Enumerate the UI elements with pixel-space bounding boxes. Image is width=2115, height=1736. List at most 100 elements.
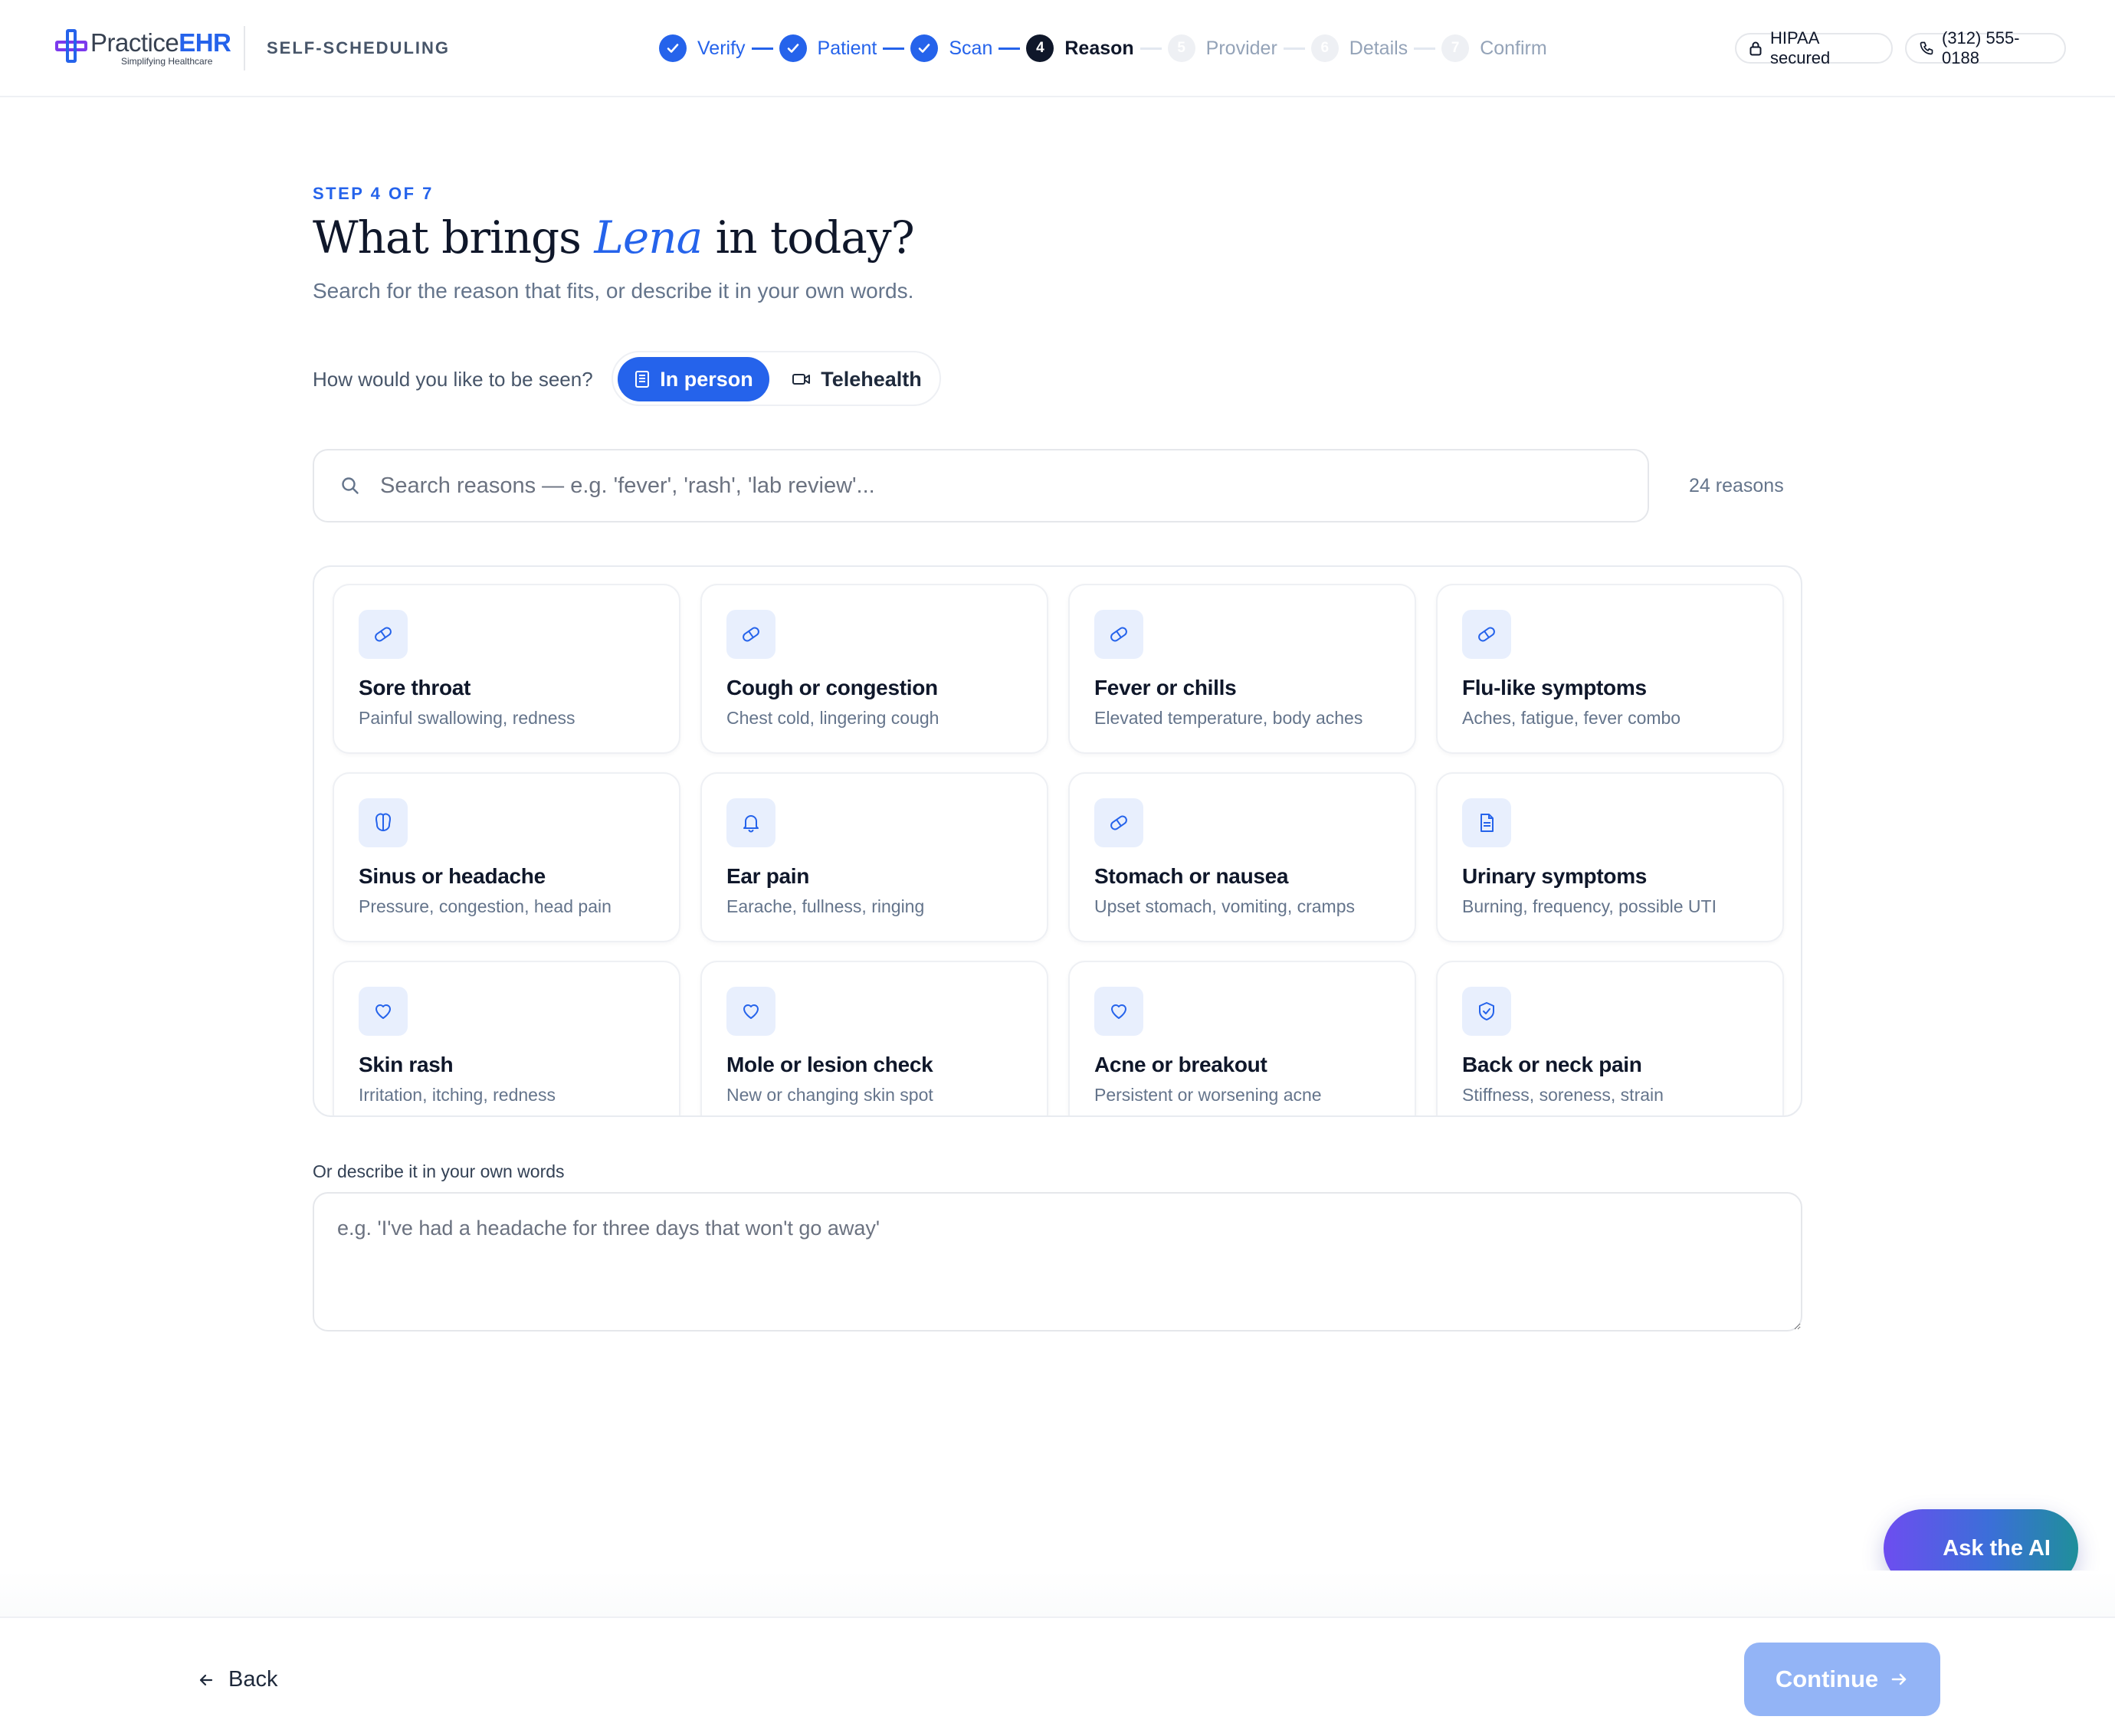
visit-type-toggle: In person Telehealth [612,351,941,406]
card-description: Burning, frequency, possible UTI [1462,896,1717,916]
continue-button[interactable]: Continue [1744,1643,1940,1716]
reason-list[interactable]: Sore throat Painful swallowing, redness … [313,565,1802,1117]
heart-icon [359,987,408,1036]
card-title: Skin rash [359,1053,454,1076]
hipaa-badge: HIPAA secured [1735,28,1893,67]
search-input[interactable] [380,473,1606,499]
reason-card-mole[interactable]: Mole or lesion check New or changing ski… [700,961,1048,1115]
lock-icon [1749,41,1762,56]
card-title: Fever or chills [1094,676,1237,699]
step-connector [1139,47,1162,50]
phone-link[interactable]: (312) 555-0188 [1905,28,2066,67]
practiceehr-logo[interactable]: PracticeEHR Simplifying Healthcare [55,29,231,67]
arrow-right-icon [1889,1669,1909,1689]
step-connector [751,47,773,50]
top-bar: PracticeEHR Simplifying Healthcare SELF-… [0,0,2115,97]
step-verify[interactable]: Verify [659,34,746,62]
own-words-textarea[interactable] [313,1192,1802,1331]
check-icon [659,34,687,62]
reason-card-back-pain[interactable]: Back or neck pain Stiffness, soreness, s… [1436,961,1784,1115]
step-connector [883,47,905,50]
step-connector [1283,47,1305,50]
card-description: Aches, fatigue, fever combo [1462,708,1681,728]
pill-icon [726,610,776,659]
step-connector [1414,47,1436,50]
logo-wordmark: PracticeEHR [90,28,231,57]
footer-bar: Back Continue [0,1616,2115,1736]
page-subtitle: Search for the reason that fits, or desc… [313,279,914,303]
step-label: Scan [949,37,993,59]
in-person-option[interactable]: In person [618,357,769,401]
bell-icon [726,798,776,847]
step-eyebrow: STEP 4 OF 7 [313,184,434,203]
card-title: Urinary symptoms [1462,864,1648,888]
reason-card-sinus[interactable]: Sinus or headache Pressure, congestion, … [333,772,680,942]
patient-name: Lena [594,211,703,264]
shield-check-icon [1462,987,1511,1036]
progress-stepper: Verify Patient Scan 4 Reason 5 Provider … [659,34,1547,63]
video-camera-icon [792,372,812,387]
card-description: Persistent or worsening acne [1094,1085,1322,1105]
reason-grid: Sore throat Painful swallowing, redness … [333,584,1784,1115]
card-description: Chest cold, lingering cough [726,708,939,728]
card-title: Back or neck pain [1462,1053,1642,1076]
reason-card-flu[interactable]: Flu-like symptoms Aches, fatigue, fever … [1436,584,1784,754]
step-reason: 4 Reason [1026,34,1134,62]
modality-label: How would you like to be seen? [313,368,593,391]
card-title: Ear pain [726,864,810,888]
phone-number: (312) 555-0188 [1942,28,2020,67]
step-details: 6 Details [1310,34,1408,62]
step-label: Reason [1064,37,1134,59]
pill-icon [1094,610,1143,659]
building-icon [634,370,651,388]
step-provider: 5 Provider [1167,34,1277,62]
card-description: New or changing skin spot [726,1085,933,1105]
logo-tagline: Simplifying Healthcare [121,56,213,67]
card-description: Elevated temperature, body aches [1094,708,1363,728]
check-icon [910,34,939,62]
reason-card-fever[interactable]: Fever or chills Elevated temperature, bo… [1068,584,1416,754]
reason-card-acne[interactable]: Acne or breakout Persistent or worsening… [1068,961,1416,1115]
step-label: Details [1349,37,1408,59]
reason-card-urinary[interactable]: Urinary symptoms Burning, frequency, pos… [1436,772,1784,942]
step-label: Patient [817,37,877,59]
step-number: 5 [1167,34,1195,62]
hipaa-label: HIPAA secured [1770,28,1831,67]
heart-icon [1094,987,1143,1036]
card-description: Irritation, itching, redness [359,1085,556,1105]
reason-card-cough[interactable]: Cough or congestion Chest cold, lingerin… [700,584,1048,754]
reason-card-skin-rash[interactable]: Skin rash Irritation, itching, redness [333,961,680,1115]
step-confirm: 7 Confirm [1441,34,1547,62]
back-button[interactable]: Back [198,1667,277,1692]
card-description: Stiffness, soreness, strain [1462,1085,1664,1105]
step-number: 4 [1026,34,1054,62]
card-description: Earache, fullness, ringing [726,896,925,916]
header-divider [244,26,245,70]
footer-fade [0,1571,2115,1616]
page-title: What brings Lena in today? [313,211,915,264]
card-description: Painful swallowing, redness [359,708,575,728]
step-patient[interactable]: Patient [779,34,877,62]
telehealth-option[interactable]: Telehealth [782,357,932,401]
step-number: 7 [1441,34,1470,62]
step-number: 6 [1310,34,1339,62]
card-description: Pressure, congestion, head pain [359,896,612,916]
step-scan[interactable]: Scan [910,34,992,62]
card-title: Mole or lesion check [726,1053,933,1076]
step-label: Verify [697,37,746,59]
medical-cross-icon [55,29,87,63]
card-title: Flu-like symptoms [1462,676,1647,699]
document-icon [1462,798,1511,847]
heart-icon [726,987,776,1036]
brain-icon [359,798,408,847]
card-title: Sore throat [359,676,471,699]
reason-card-stomach[interactable]: Stomach or nausea Upset stomach, vomitin… [1068,772,1416,942]
card-title: Stomach or nausea [1094,864,1289,888]
pill-icon [359,610,408,659]
reason-card-sore-throat[interactable]: Sore throat Painful swallowing, redness [333,584,680,754]
pill-icon [1462,610,1511,659]
reason-card-ear-pain[interactable]: Ear pain Earache, fullness, ringing [700,772,1048,942]
pill-icon [1094,798,1143,847]
card-description: Upset stomach, vomiting, cramps [1094,896,1356,916]
section-label: SELF-SCHEDULING [267,38,450,57]
